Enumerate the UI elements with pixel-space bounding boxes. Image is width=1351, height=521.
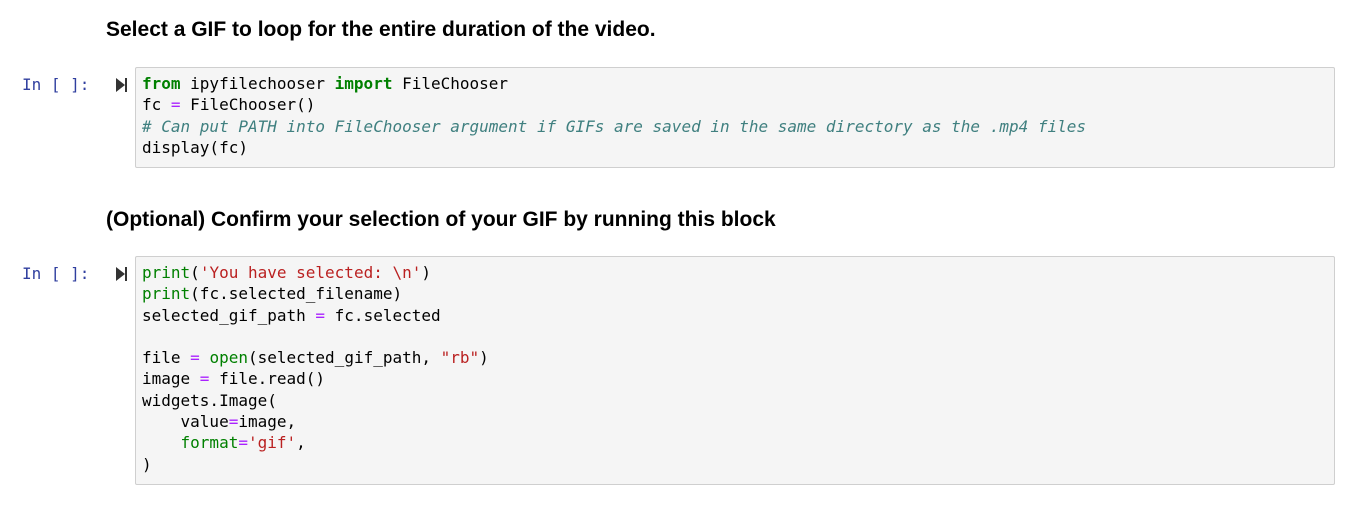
run-cell-icon[interactable] (115, 266, 128, 282)
code-token: = (199, 369, 210, 389)
code-token: (selected_gif_path, (247, 348, 441, 368)
code-token: ) (142, 454, 152, 474)
code-token: value (142, 412, 229, 432)
code-token: (fc.selected_filename) (190, 284, 403, 304)
code-token: ) (421, 263, 432, 282)
markdown-heading-1: Select a GIF to loop for the entire dura… (106, 18, 656, 41)
code-token: display(fc) (142, 137, 248, 157)
code-token: import (334, 74, 393, 93)
code-line: ) (142, 454, 1328, 475)
code-line: widgets.Image( (142, 390, 1328, 411)
code-line: value=image, (142, 411, 1328, 432)
code-line: print(fc.selected_filename) (142, 283, 1328, 304)
code-token: open (209, 348, 248, 368)
code-token: from (142, 74, 181, 93)
code-token: image (142, 369, 200, 389)
code-line: print('You have selected: \n') (142, 262, 1328, 283)
code-token: = (238, 433, 248, 453)
code-token: 'You have selected: \n' (199, 263, 422, 282)
code-line: selected_gif_path = fc.selected (142, 305, 1328, 326)
code-token: = (190, 348, 200, 368)
input-prompt-2: In [ ]: (22, 264, 90, 283)
run-cell-icon[interactable] (115, 77, 128, 93)
code-token: = (315, 305, 326, 325)
code-line: # Can put PATH into FileChooser argument… (142, 116, 1328, 137)
code-token: print (142, 263, 191, 282)
code-token: ) (479, 348, 489, 368)
code-token: 'gif' (247, 433, 297, 453)
code-line: display(fc) (142, 137, 1328, 158)
code-token: format (142, 433, 239, 453)
markdown-heading-2: (Optional) Confirm your selection of you… (106, 208, 776, 231)
code-token: FileChooser() (180, 95, 316, 115)
code-token: fc (142, 95, 171, 115)
code-line: fc = FileChooser() (142, 94, 1328, 115)
code-token: widgets.Image( (142, 390, 277, 410)
code-token: ( (190, 263, 200, 282)
code-token: "rb" (440, 348, 480, 368)
code-cell-2[interactable]: print('You have selected: \n') print(fc.s… (135, 256, 1335, 485)
code-token: file (142, 348, 191, 368)
input-prompt-1: In [ ]: (22, 75, 90, 94)
code-token: selected_gif_path (142, 305, 316, 325)
code-token: # Can put PATH into FileChooser argument… (142, 116, 1087, 136)
code-line: from ipyfilechooser import FileChooser (142, 73, 1328, 94)
code-line: file = open(selected_gif_path, "rb") (142, 347, 1328, 368)
code-token: , (296, 433, 306, 453)
code-token: ipyfilechooser (180, 74, 335, 93)
code-cell-1[interactable]: from ipyfilechooser import FileChooser fc… (135, 67, 1335, 168)
code-token: fc.selected (325, 305, 441, 325)
code-token: image, (238, 412, 297, 432)
code-token: file.read() (209, 369, 326, 389)
code-token: = (170, 95, 181, 115)
code-line: image = file.read() (142, 368, 1328, 389)
code-line: format='gif', (142, 432, 1328, 453)
code-token: FileChooser (392, 74, 509, 93)
code-token: = (228, 412, 239, 432)
code-token: print (142, 284, 191, 304)
